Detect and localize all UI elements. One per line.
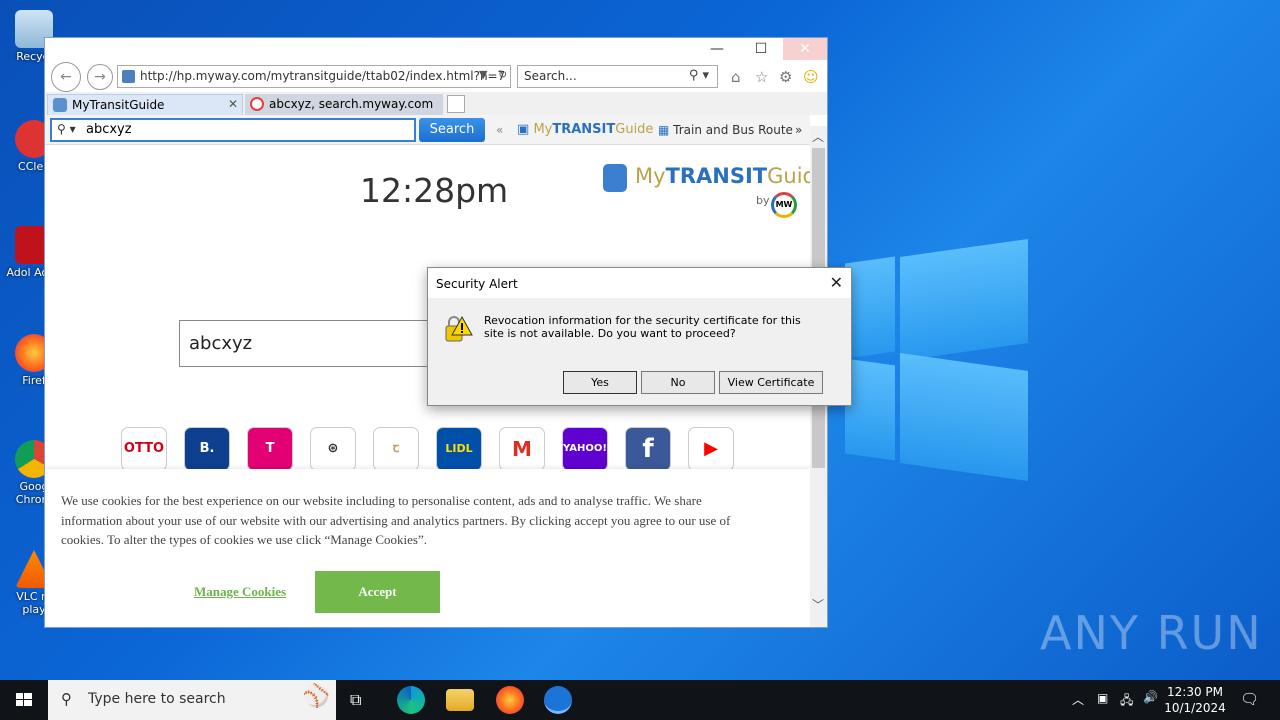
mytransitguide-brand-logo: MyTRANSITGuide by MW [601, 164, 810, 218]
address-bar[interactable]: http://hp.myway.com/mytransitguide/ttab0… [117, 65, 511, 88]
booking-logo-icon: B. [199, 441, 215, 456]
close-button[interactable]: ✕ [783, 38, 827, 60]
page-favicon-icon [122, 70, 135, 83]
tile-lidl[interactable]: LIDL [437, 428, 481, 470]
tile-booking[interactable]: B. [185, 428, 229, 470]
mytransitguide-toolbar: ⚲ ▾ abcxyz Search « ▣ MyTRANSITGuide ▦ T… [45, 115, 810, 145]
notifications-icon[interactable]: 🗨 [1240, 690, 1259, 708]
dropdown-icon[interactable]: ▼ [479, 68, 487, 81]
tab-bar: MyTransitGuide ✕ abcxyz, search.myway.co… [45, 92, 827, 115]
tile-youtube[interactable]: ▶ [689, 428, 733, 470]
show-hidden-icons-chevron-icon[interactable]: ︿ [1072, 691, 1084, 708]
search-icon: ⚲ [61, 690, 72, 708]
browser-search-box[interactable]: Search... ⚲ ▾ [517, 65, 718, 88]
tchibo-logo-icon: ꞇ [392, 441, 400, 456]
dialog-title-bar: Security Alert ✕ [428, 268, 851, 298]
dialog-body: Revocation information for the security … [428, 298, 851, 406]
smiley-feedback-icon[interactable]: ☺ [803, 68, 819, 86]
facebook-logo-icon: f [642, 434, 654, 464]
scroll-down-icon[interactable]: ﹀ [812, 596, 824, 613]
no-button[interactable]: No [641, 371, 715, 394]
bus-logo-icon [603, 164, 627, 192]
main-search-input[interactable]: abcxyz [179, 320, 439, 367]
back-button[interactable]: ← [51, 62, 81, 92]
tile-yahoo[interactable]: YAHOO! [563, 428, 607, 470]
yes-button[interactable]: Yes [563, 371, 637, 394]
windows-wallpaper-logo [845, 238, 1030, 483]
arrow-left-icon: ← [60, 69, 72, 85]
tab-search-results[interactable]: abcxyz, search.myway.com [245, 94, 443, 115]
manage-cookies-link[interactable]: Manage Cookies [194, 584, 286, 600]
mytransitguide-favicon-icon [53, 98, 67, 112]
page-clock: 12:28pm [360, 171, 509, 210]
search-icon[interactable]: ⚲ ▾ [689, 68, 709, 83]
lidl-logo-icon: LIDL [445, 442, 473, 455]
tile-telekom[interactable]: T [248, 428, 292, 470]
arrow-right-icon: → [94, 69, 106, 85]
refresh-icon[interactable]: ↻ [498, 68, 507, 81]
otto-logo-icon: OTTO [123, 441, 165, 456]
dialog-close-icon[interactable]: ✕ [830, 273, 843, 292]
toolbar-scroll-right[interactable]: » [795, 123, 802, 137]
myway-favicon-icon [250, 97, 264, 111]
anyrun-watermark: ANY RUN [1040, 606, 1263, 660]
search-dropdown-icon[interactable]: ⚲ ▾ [57, 122, 76, 136]
youtube-logo-icon: ▶ [704, 438, 718, 459]
settings-gear-icon[interactable]: ⚙ [779, 68, 792, 86]
gmail-logo-icon: M [512, 437, 532, 461]
toolbar-search-input[interactable]: ⚲ ▾ abcxyz [50, 118, 416, 142]
tile-otto[interactable]: OTTO [122, 428, 166, 470]
tile-tchibo[interactable]: ꞇ [374, 428, 418, 470]
internet-explorer-taskbar-icon[interactable] [544, 686, 572, 714]
yahoo-logo-icon: YAHOO! [563, 443, 607, 454]
network-icon[interactable]: 🖧 [1120, 691, 1133, 712]
dialog-message: Revocation information for the security … [484, 314, 801, 340]
view-certificate-button[interactable]: View Certificate [719, 371, 823, 394]
new-tab-button[interactable] [447, 95, 465, 113]
edge-taskbar-icon[interactable] [397, 686, 425, 714]
minimize-button[interactable]: — [695, 38, 739, 60]
tile-facebook[interactable]: f [626, 428, 670, 470]
security-alert-dialog: Security Alert ✕ Revocation information … [427, 267, 852, 406]
windows-start-icon[interactable] [0, 680, 48, 720]
telekom-logo-icon: T [265, 441, 275, 456]
bus-icon: ▣ [517, 122, 530, 137]
route-map-icon: ▦ [658, 123, 670, 137]
tab-mytransitguide[interactable]: MyTransitGuide ✕ [47, 94, 243, 115]
taskbar: ⚲ Type here to search ⚾ ⧉ ︿ ▣ 🖧 🔊 12:30 … [0, 680, 1280, 720]
scroll-up-icon[interactable]: ︿ [812, 128, 824, 145]
cookie-banner: We use cookies for the best experience o… [45, 469, 810, 627]
home-icon[interactable]: ⌂ [731, 68, 741, 86]
device-icon[interactable]: ▣ [1097, 691, 1108, 705]
maximize-button[interactable]: ☐ [739, 38, 783, 60]
toolbar-train-bus-route[interactable]: ▦ Train and Bus Route [658, 123, 793, 137]
task-view-icon[interactable]: ⧉ [350, 690, 361, 710]
favorites-star-icon[interactable]: ☆ [755, 68, 768, 86]
forward-button[interactable]: → [87, 64, 113, 90]
file-explorer-taskbar-icon[interactable] [446, 689, 474, 711]
title-bar: — ☐ ✕ [45, 38, 827, 60]
baseball-search-highlight-icon: ⚾ [302, 684, 330, 709]
accept-cookies-button[interactable]: Accept [315, 571, 440, 613]
mw-logo-icon: MW [771, 192, 797, 218]
toolbar-search-button[interactable]: Search [419, 118, 485, 142]
cookie-message: We use cookies for the best experience o… [61, 493, 731, 547]
taskbar-clock[interactable]: 12:30 PM 10/1/2024 [1160, 684, 1230, 716]
toolbar-scroll-left[interactable]: « [496, 123, 503, 137]
taskbar-search-box[interactable]: ⚲ Type here to search ⚾ [48, 680, 336, 720]
navigation-bar: ← → http://hp.myway.com/mytransitguide/t… [45, 60, 827, 92]
warning-lock-icon [445, 315, 473, 342]
tile-gmail[interactable]: M [500, 428, 544, 470]
plant-logo-icon: ⊛ [327, 441, 339, 456]
tile-plant[interactable]: ⊛ [311, 428, 355, 470]
address-actions: ▼ ↻ [479, 68, 507, 81]
firefox-taskbar-icon[interactable] [496, 686, 524, 714]
toolbar-mytransitguide-logo[interactable]: ▣ MyTRANSITGuide [517, 122, 653, 137]
close-tab-icon[interactable]: ✕ [228, 97, 238, 111]
volume-icon[interactable]: 🔊 [1143, 690, 1158, 704]
